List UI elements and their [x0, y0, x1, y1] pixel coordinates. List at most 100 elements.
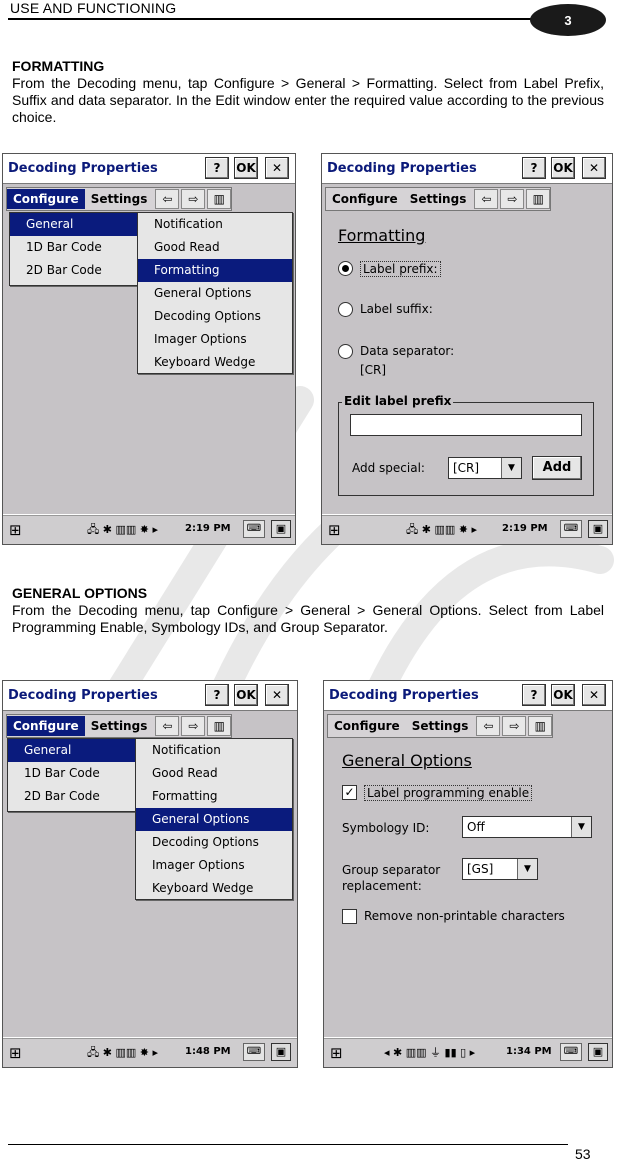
- clock: 2:19 PM: [185, 523, 231, 534]
- arrow-right-icon[interactable]: ⇨: [502, 716, 527, 736]
- ok-button[interactable]: OK: [551, 684, 575, 706]
- chevron-down-icon[interactable]: ▼: [501, 458, 521, 478]
- barcode-icon[interactable]: ▥: [207, 716, 232, 736]
- header-rule: [8, 18, 576, 20]
- group-separator-select[interactable]: [GS] ▼: [462, 858, 538, 880]
- system-tray: 🖧 ✱ ▥▥ ✸ ▸: [87, 1046, 158, 1059]
- window-title: Decoding Properties: [329, 688, 479, 703]
- label-suffix-label: Label suffix:: [360, 302, 433, 316]
- help-button[interactable]: ?: [205, 684, 229, 706]
- ok-button[interactable]: OK: [551, 157, 575, 179]
- menu-bar: Configure Settings ⇦ ⇨ ▥: [6, 714, 233, 738]
- menu-settings[interactable]: Settings: [85, 189, 154, 209]
- start-icon[interactable]: ⊞: [9, 521, 22, 539]
- pane-title: General Options: [342, 751, 472, 770]
- taskbar: ⊞ 🖧 ✱ ▥▥ ✸ ▸ 1:48 PM ⌨ ▣: [3, 1037, 297, 1067]
- close-button[interactable]: ✕: [582, 157, 606, 179]
- menu-general[interactable]: General: [10, 213, 138, 236]
- keyboard-icon[interactable]: ⌨: [243, 1043, 265, 1061]
- submenu-keyboard-wedge[interactable]: Keyboard Wedge: [136, 877, 292, 900]
- system-tray: ◂ ✱ ▥▥ ⏚ ▮▮ ▯ ▸: [384, 1046, 476, 1059]
- chevron-down-icon[interactable]: ▼: [571, 817, 591, 837]
- arrow-right-icon[interactable]: ⇨: [181, 189, 206, 209]
- submenu-general-options[interactable]: General Options: [136, 808, 292, 831]
- submenu-decoding-options[interactable]: Decoding Options: [138, 305, 292, 328]
- help-button[interactable]: ?: [522, 157, 546, 179]
- submenu-good-read[interactable]: Good Read: [136, 762, 292, 785]
- special-select[interactable]: [CR] ▼: [448, 457, 522, 479]
- arrow-left-icon[interactable]: ⇦: [155, 189, 180, 209]
- arrow-right-icon[interactable]: ⇨: [181, 716, 206, 736]
- help-button[interactable]: ?: [205, 157, 229, 179]
- keyboard-icon[interactable]: ⌨: [243, 520, 265, 538]
- submenu-keyboard-wedge[interactable]: Keyboard Wedge: [138, 351, 292, 374]
- menu-general[interactable]: General: [8, 739, 136, 762]
- label-suffix-radio[interactable]: [338, 302, 353, 317]
- title-bar: Decoding Properties ? OK ✕: [322, 154, 612, 184]
- submenu-formatting[interactable]: Formatting: [138, 259, 292, 282]
- submenu-good-read[interactable]: Good Read: [138, 236, 292, 259]
- menu-configure[interactable]: Configure: [7, 716, 85, 736]
- barcode-icon[interactable]: ▥: [207, 189, 232, 209]
- start-icon[interactable]: ⊞: [330, 1044, 343, 1062]
- submenu-imager-options[interactable]: Imager Options: [138, 328, 292, 351]
- menu-2d-bar-code[interactable]: 2D Bar Code: [8, 785, 136, 808]
- barcode-icon[interactable]: ▥: [526, 189, 551, 209]
- keyboard-icon[interactable]: ⌨: [560, 1043, 582, 1061]
- menu-configure[interactable]: Configure: [328, 716, 406, 736]
- close-button[interactable]: ✕: [265, 157, 289, 179]
- submenu-formatting[interactable]: Formatting: [136, 785, 292, 808]
- menu-configure[interactable]: Configure: [326, 189, 404, 209]
- start-icon[interactable]: ⊞: [328, 521, 341, 539]
- symbology-id-value: Off: [467, 820, 485, 834]
- data-separator-radio[interactable]: [338, 344, 353, 359]
- general-options-heading: GENERAL OPTIONS: [12, 585, 148, 601]
- window-switch-icon[interactable]: ▣: [271, 1043, 291, 1061]
- close-button[interactable]: ✕: [265, 684, 289, 706]
- menu-bar: Configure Settings ⇦ ⇨ ▥: [6, 187, 233, 211]
- group-separator-label-2: replacement:: [342, 879, 422, 893]
- arrow-right-icon[interactable]: ⇨: [500, 189, 525, 209]
- group-separator-value: [GS]: [467, 862, 494, 876]
- title-bar: Decoding Properties ? OK ✕: [3, 681, 297, 711]
- ok-button[interactable]: OK: [234, 157, 258, 179]
- remove-nonprintable-checkbox[interactable]: [342, 909, 357, 924]
- menu-1d-bar-code[interactable]: 1D Bar Code: [10, 236, 138, 259]
- window-switch-icon[interactable]: ▣: [588, 1043, 608, 1061]
- menu-1d-bar-code[interactable]: 1D Bar Code: [8, 762, 136, 785]
- submenu-imager-options[interactable]: Imager Options: [136, 854, 292, 877]
- ok-button[interactable]: OK: [234, 684, 258, 706]
- menu-settings[interactable]: Settings: [85, 716, 154, 736]
- formatting-heading: FORMATTING: [12, 58, 105, 74]
- prefix-input[interactable]: [350, 414, 582, 436]
- symbology-id-select[interactable]: Off ▼: [462, 816, 592, 838]
- add-special-label: Add special:: [352, 461, 425, 475]
- start-icon[interactable]: ⊞: [9, 1044, 22, 1062]
- taskbar: ⊞ ◂ ✱ ▥▥ ⏚ ▮▮ ▯ ▸ 1:34 PM ⌨ ▣: [324, 1037, 612, 1067]
- menu-2d-bar-code[interactable]: 2D Bar Code: [10, 259, 138, 282]
- arrow-left-icon[interactable]: ⇦: [474, 189, 499, 209]
- menu-configure[interactable]: Configure: [7, 189, 85, 209]
- label-prefix-radio[interactable]: [338, 261, 353, 276]
- submenu-notification[interactable]: Notification: [138, 213, 292, 236]
- add-button[interactable]: Add: [532, 456, 582, 480]
- submenu-notification[interactable]: Notification: [136, 739, 292, 762]
- label-programming-checkbox[interactable]: ✓: [342, 785, 357, 800]
- submenu-general-options[interactable]: General Options: [138, 282, 292, 305]
- window-switch-icon[interactable]: ▣: [588, 520, 608, 538]
- close-button[interactable]: ✕: [582, 684, 606, 706]
- window-switch-icon[interactable]: ▣: [271, 520, 291, 538]
- arrow-left-icon[interactable]: ⇦: [155, 716, 180, 736]
- help-button[interactable]: ?: [522, 684, 546, 706]
- keyboard-icon[interactable]: ⌨: [560, 520, 582, 538]
- menu-settings[interactable]: Settings: [406, 716, 475, 736]
- chevron-down-icon[interactable]: ▼: [517, 859, 537, 879]
- submenu-decoding-options[interactable]: Decoding Options: [136, 831, 292, 854]
- barcode-icon[interactable]: ▥: [528, 716, 553, 736]
- general-submenu: Notification Good Read Formatting Genera…: [137, 212, 293, 374]
- menu-settings[interactable]: Settings: [404, 189, 473, 209]
- arrow-left-icon[interactable]: ⇦: [476, 716, 501, 736]
- edit-label-legend: Edit label prefix: [342, 394, 454, 408]
- configure-dropdown: General 1D Bar Code 2D Bar Code: [7, 738, 137, 812]
- formatting-description: From the Decoding menu, tap Configure > …: [12, 75, 604, 125]
